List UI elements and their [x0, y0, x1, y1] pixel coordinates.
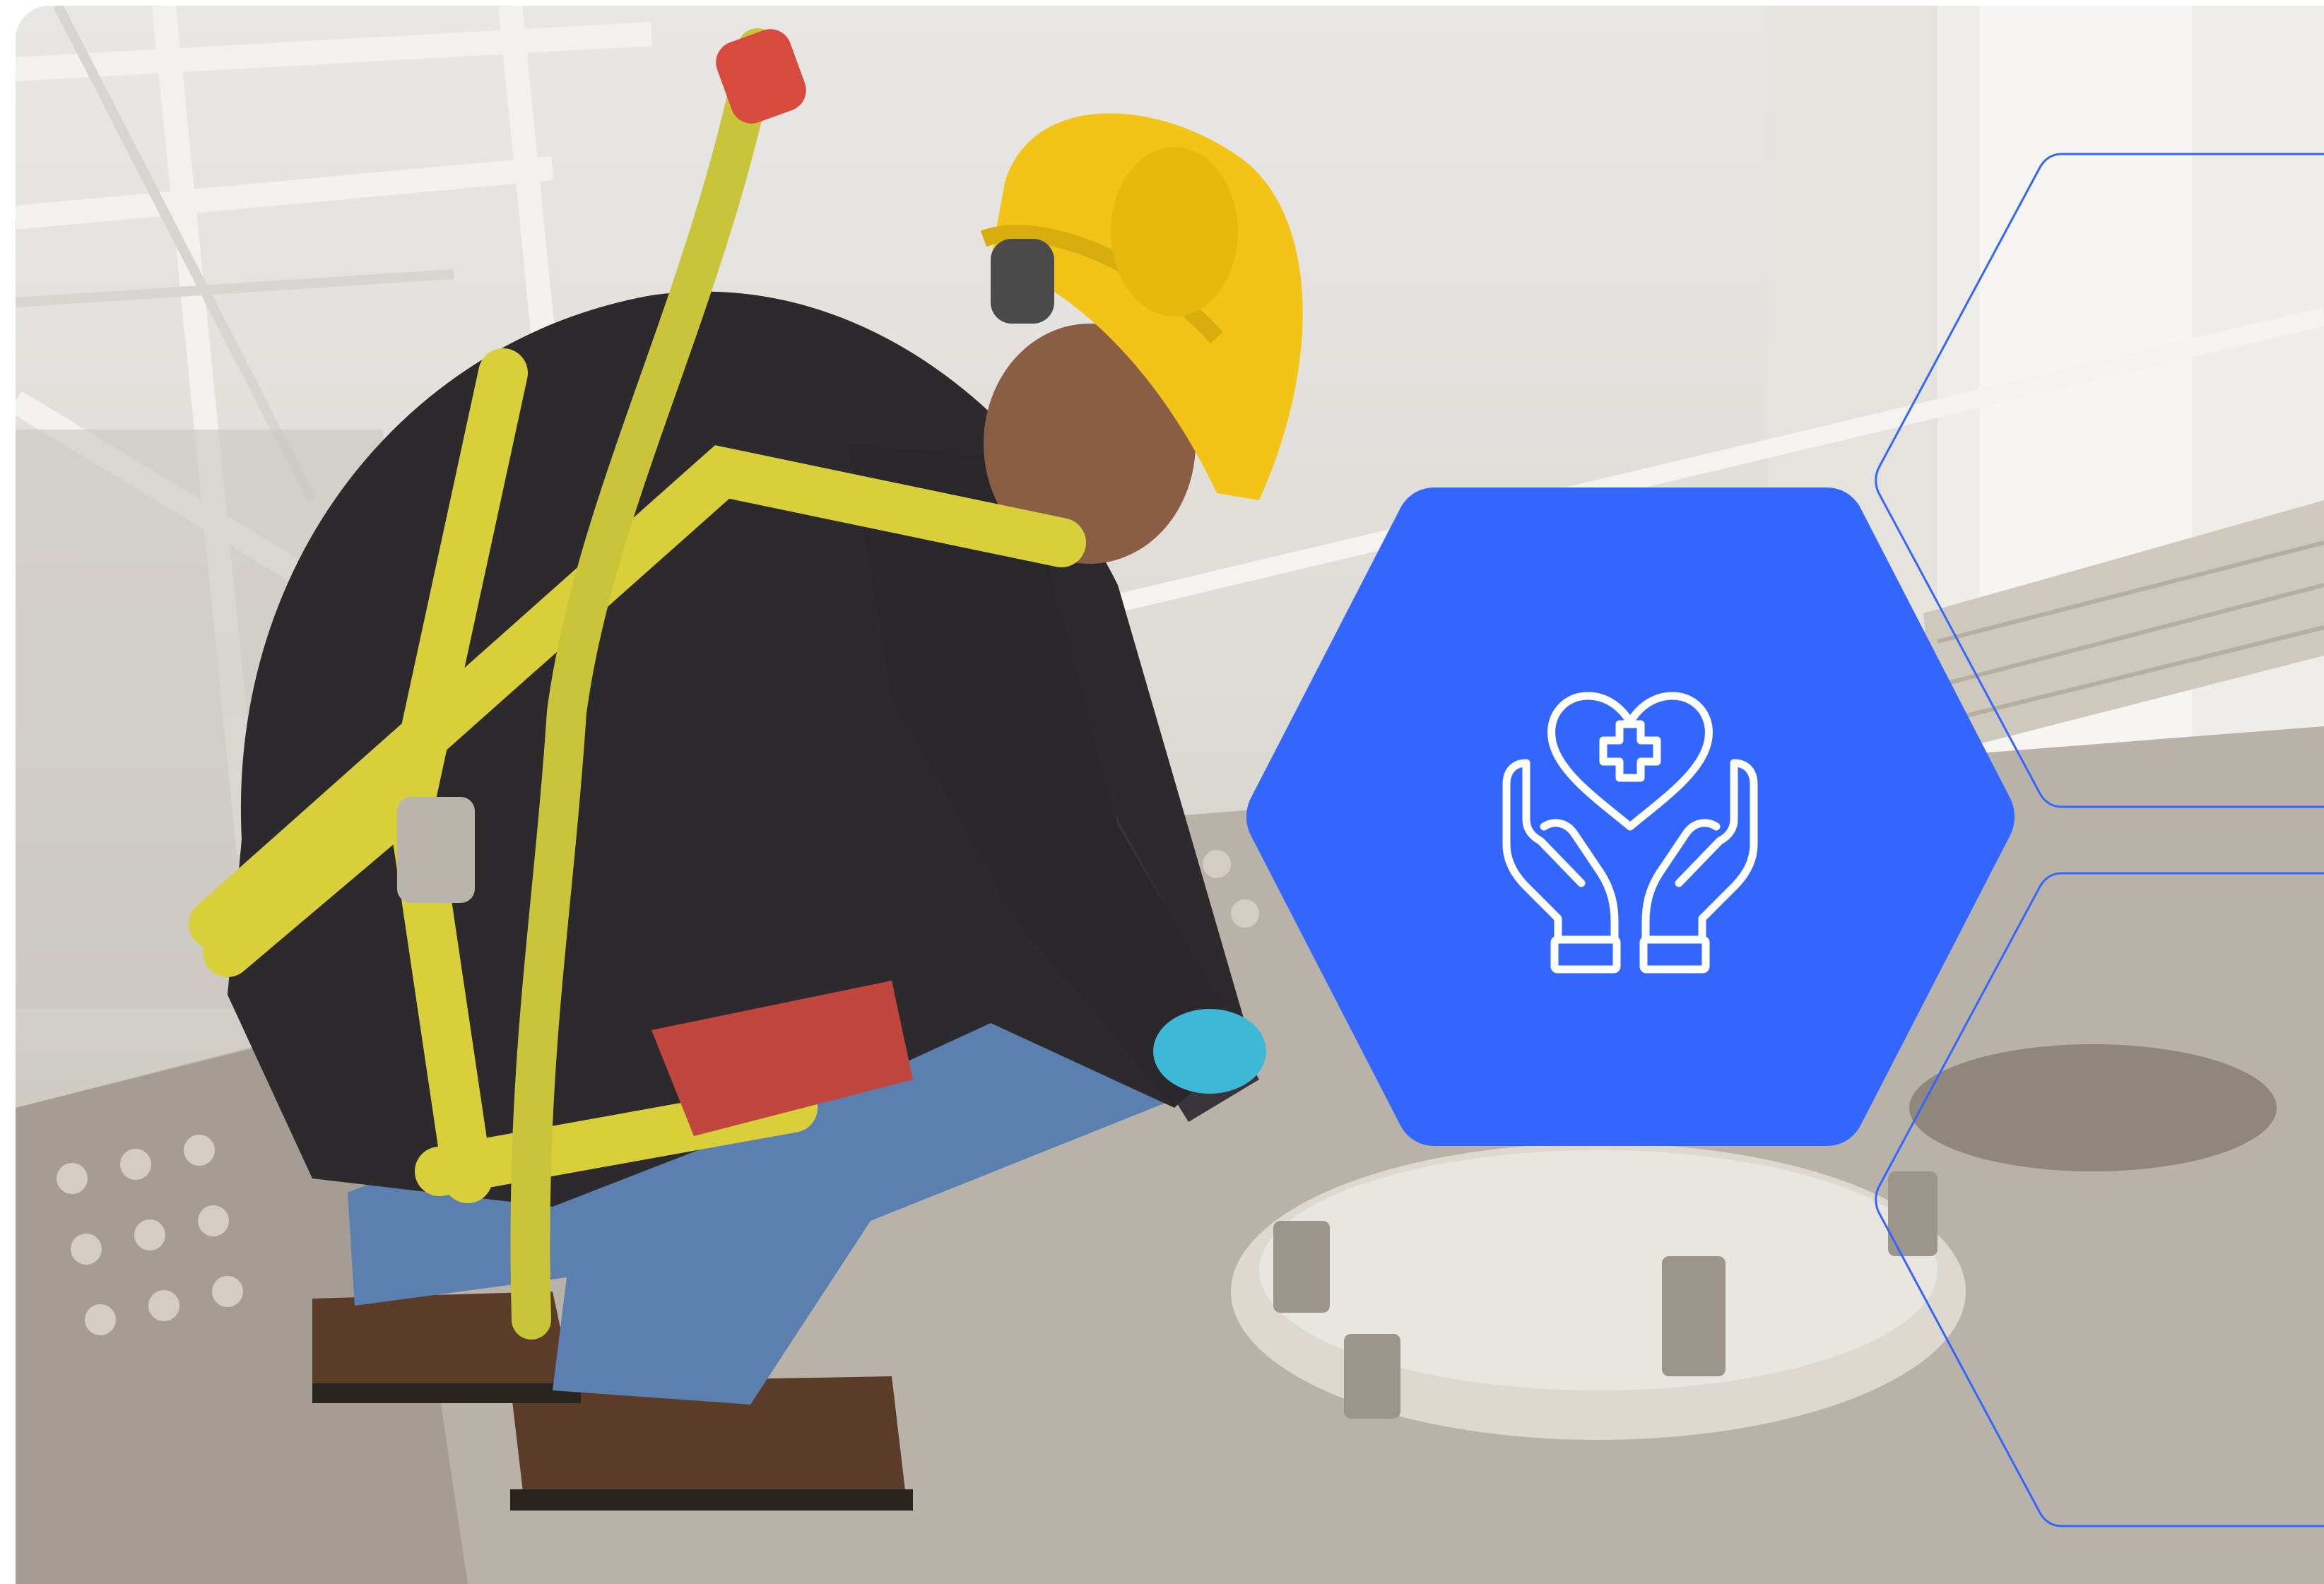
- health-safety-badge: [1244, 487, 2017, 1146]
- badge-hexagon: [1246, 487, 2015, 1146]
